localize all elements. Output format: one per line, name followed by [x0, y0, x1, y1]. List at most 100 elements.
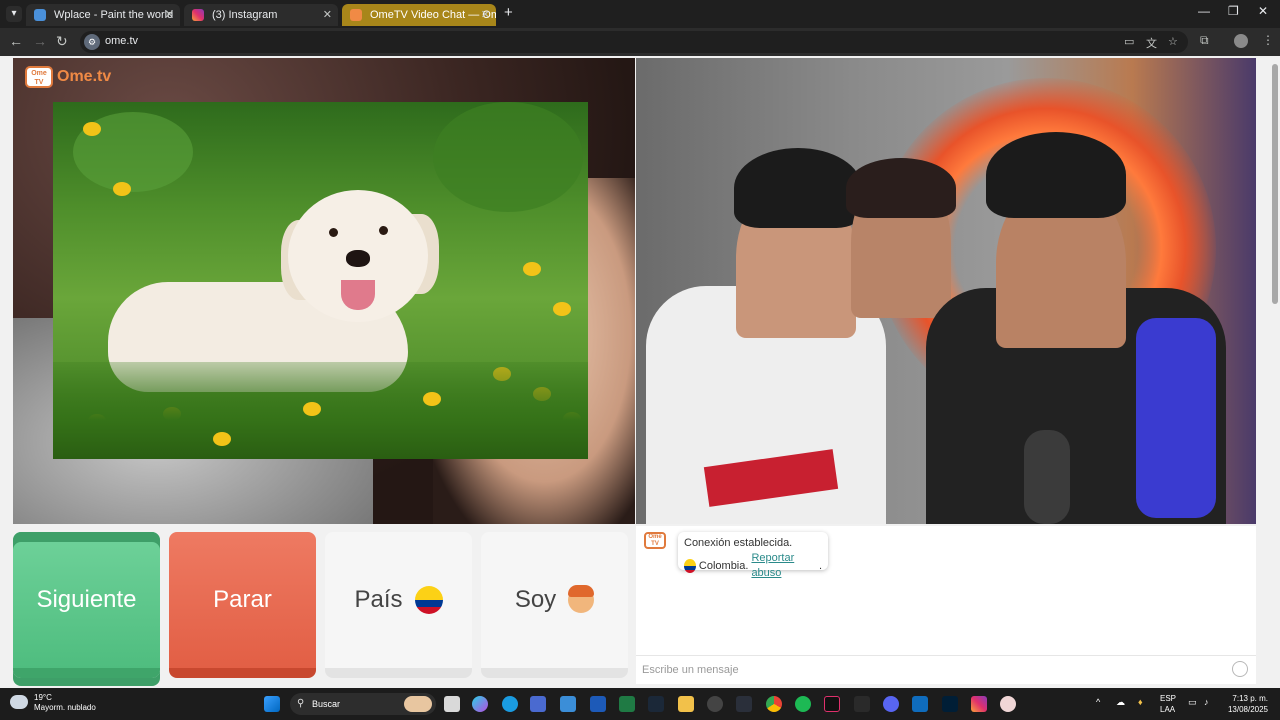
tab-title: (3) Instagram [212, 9, 278, 21]
cloud-icon [10, 695, 28, 709]
system-message: Conexión establecida. Colombia. Reportar… [678, 532, 828, 579]
tab-wplace[interactable]: Wplace - Paint the world ✕ [26, 4, 180, 26]
language-layout: LAA [1160, 705, 1176, 714]
dog-image [53, 102, 588, 459]
site-info-icon[interactable]: ⚙ [84, 34, 100, 50]
clock[interactable]: 7:13 p. m. 13/08/2025 [1224, 693, 1268, 715]
message-input[interactable] [642, 661, 1222, 679]
globe-icon [34, 9, 46, 21]
boy-icon [568, 585, 595, 613]
photoshop-icon[interactable] [942, 696, 958, 712]
start-icon[interactable] [264, 696, 280, 712]
ometv-logo[interactable]: Ome TV Ome.tv [25, 66, 111, 88]
gender-button[interactable]: Soy [481, 532, 628, 678]
remote-desktop-icon[interactable] [560, 696, 576, 712]
ometv-chat-logo-icon: Ome TV [644, 532, 666, 549]
word-icon[interactable] [590, 696, 606, 712]
person-hair [846, 158, 956, 218]
tray-chevron-icon[interactable]: ^ [1096, 697, 1100, 707]
app-icon[interactable] [707, 696, 723, 712]
report-abuse-link[interactable]: Reportar abuso [751, 551, 816, 581]
onedrive-icon[interactable]: ☁ [1116, 697, 1125, 708]
shirt-sleeve [1136, 318, 1216, 518]
url-text: ome.tv [105, 35, 139, 47]
taskbar: 19°C Mayorm. nublado ⚲ Buscar ^ ☁ ♦ ESP … [0, 688, 1280, 720]
weather-desc: Mayorm. nublado [34, 703, 96, 712]
app-icon[interactable] [1000, 696, 1016, 712]
country-button[interactable]: País [325, 532, 472, 678]
store-icon[interactable] [530, 696, 546, 712]
tab-ometv[interactable]: OmeTV Video Chat — Ome ✕ [342, 4, 496, 26]
excel-icon[interactable] [619, 696, 635, 712]
logo-text: Ome.tv [57, 68, 112, 85]
language-code: ESP [1160, 694, 1177, 703]
tiktok-icon[interactable] [824, 696, 840, 712]
message-input-bar [636, 655, 1256, 683]
search-icon: ⚲ [297, 698, 305, 709]
microphone [1024, 430, 1070, 524]
close-tab-icon[interactable]: ✕ [481, 4, 490, 26]
tab-search-icon[interactable]: ▾ [6, 6, 22, 22]
next-button-label: Siguiente [36, 586, 137, 613]
close-tab-icon[interactable]: ✕ [165, 4, 174, 26]
weather-widget[interactable]: 19°C Mayorm. nublado [10, 693, 96, 713]
back-icon[interactable]: ← [9, 33, 23, 49]
search-highlight-icon [404, 696, 432, 712]
maximize-icon[interactable]: ❐ [1228, 4, 1239, 18]
dog-nose [346, 250, 370, 267]
dog-eye [329, 228, 338, 237]
app-icon[interactable] [736, 696, 752, 712]
gender-button-label: Soy [514, 586, 557, 613]
reload-icon[interactable]: ↻ [56, 33, 68, 50]
page-scrollbar[interactable] [1270, 56, 1280, 688]
copilot-icon[interactable] [472, 696, 488, 712]
colombia-flag-icon [414, 586, 443, 614]
language-indicator[interactable]: ESP LAA [1160, 693, 1176, 715]
chat-panel: Ome TV Conexión establecida. Colombia. R… [636, 526, 1256, 684]
browser-tab-bar: ▾ Wplace - Paint the world ✕ (3) Instagr… [0, 0, 1280, 28]
minimize-icon[interactable]: — [1198, 4, 1210, 18]
scrollbar-thumb[interactable] [1272, 64, 1278, 304]
address-bar-row: ← → ↻ ⚙ ome.tv ▭ 文 ☆ [0, 28, 1280, 56]
menu-icon[interactable]: ⋮ [1262, 33, 1274, 47]
new-tab-icon[interactable]: + [504, 4, 513, 21]
outlook-icon[interactable] [912, 696, 928, 712]
ometv-favicon-icon [350, 9, 362, 21]
person-cap [734, 148, 862, 228]
url-field[interactable]: ⚙ ome.tv ▭ 文 ☆ [80, 31, 1188, 53]
steam-icon[interactable] [648, 696, 664, 712]
task-view-icon[interactable] [444, 696, 460, 712]
emoji-icon[interactable] [1232, 661, 1248, 677]
bookmark-star-icon[interactable]: ☆ [1168, 35, 1178, 48]
edge-icon[interactable] [502, 696, 518, 712]
translate-icon[interactable]: 文 [1146, 35, 1157, 51]
logo-tv-icon: Ome TV [25, 66, 53, 88]
spotify-icon[interactable] [795, 696, 811, 712]
discord-icon[interactable] [883, 696, 899, 712]
tab-instagram[interactable]: (3) Instagram ✕ [184, 4, 338, 26]
network-icon[interactable]: ▭ [1188, 697, 1197, 708]
file-explorer-icon[interactable] [678, 696, 694, 712]
weather-temp: 19°C [34, 693, 52, 702]
search-label: Buscar [312, 699, 341, 709]
stop-button-label: Parar [213, 586, 272, 613]
profile-avatar[interactable] [1234, 34, 1248, 48]
stop-button[interactable]: Parar [169, 532, 316, 678]
connection-status: Conexión establecida. [684, 537, 793, 549]
ometv-page: Ome TV Ome.tv Siguiente Parar País Soy O… [0, 56, 1270, 688]
volume-icon[interactable]: ♪ [1204, 697, 1209, 707]
install-app-icon[interactable]: ▭ [1124, 35, 1134, 48]
forward-icon[interactable]: → [33, 33, 47, 49]
next-button[interactable]: Siguiente [13, 532, 160, 678]
epic-games-icon[interactable] [854, 696, 870, 712]
clock-time: 7:13 p. m. [1232, 694, 1268, 703]
close-tab-icon[interactable]: ✕ [323, 4, 332, 26]
instagram-icon[interactable] [971, 696, 987, 712]
microphone-icon[interactable]: ♦ [1138, 697, 1143, 707]
dog-tongue [341, 280, 375, 310]
chrome-icon[interactable] [766, 696, 782, 712]
extensions-icon[interactable]: ⧉ [1200, 33, 1209, 48]
close-window-icon[interactable]: ✕ [1258, 4, 1268, 18]
colombia-flag-icon [684, 559, 696, 573]
country-button-label: País [354, 586, 403, 613]
